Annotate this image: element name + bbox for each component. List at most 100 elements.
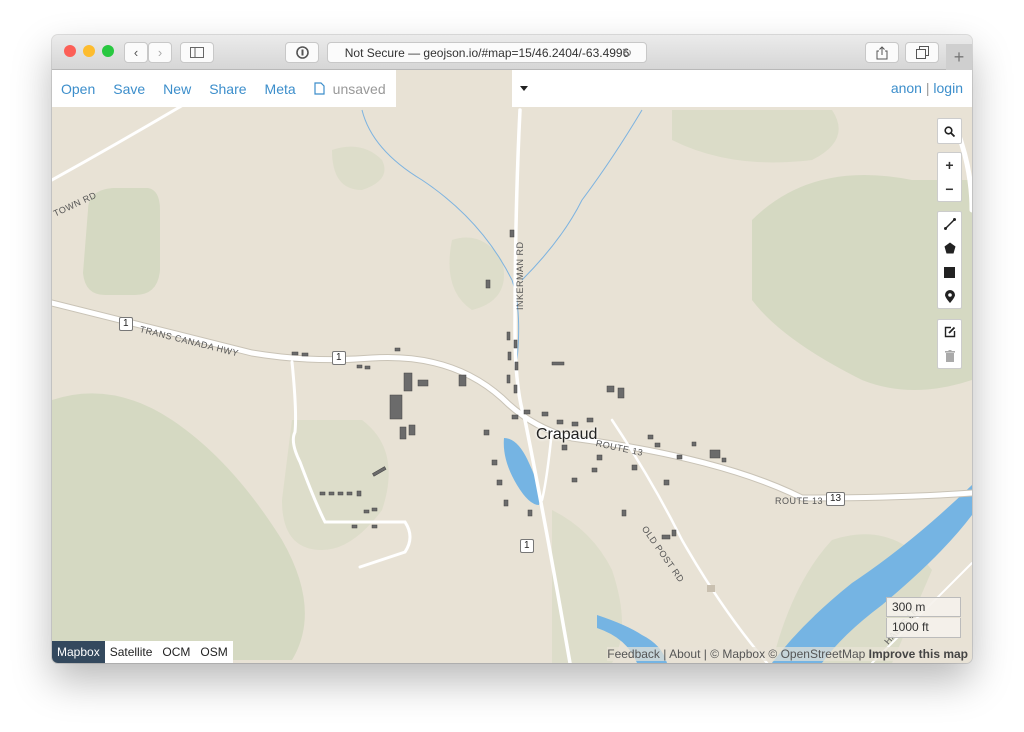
building <box>511 414 519 420</box>
building <box>596 454 603 461</box>
building <box>399 426 407 440</box>
new-tab-icon: + <box>953 46 965 67</box>
maximize-window-button[interactable] <box>102 45 114 57</box>
building <box>491 459 498 466</box>
highway-shield-1: 1 <box>520 539 534 553</box>
building <box>291 351 299 356</box>
building <box>631 464 638 471</box>
zoom-in-button[interactable]: + <box>938 153 961 177</box>
building <box>507 351 512 361</box>
share-button[interactable] <box>865 42 899 63</box>
new-menu[interactable]: New <box>163 81 191 97</box>
building <box>561 444 568 451</box>
search-icon <box>944 125 955 137</box>
highway-shield-1: 1 <box>332 351 346 365</box>
building <box>337 491 344 496</box>
about-link[interactable]: About <box>669 647 700 661</box>
tabs-button[interactable] <box>905 42 939 63</box>
feedback-link[interactable]: Feedback <box>607 647 660 661</box>
layer-ocm[interactable]: OCM <box>157 641 195 663</box>
dropdown-caret-icon[interactable] <box>520 86 528 91</box>
meta-menu[interactable]: Meta <box>265 81 296 97</box>
scale-imperial: 1000 ft <box>886 618 961 638</box>
road-label-route13-b: ROUTE 13 <box>775 496 824 506</box>
building <box>301 352 309 357</box>
building <box>606 385 615 393</box>
forward-button[interactable]: › <box>148 42 172 63</box>
building <box>676 454 683 460</box>
building <box>394 347 401 352</box>
building <box>707 585 715 592</box>
map-canvas[interactable] <box>52 70 972 663</box>
password-icon <box>295 46 309 59</box>
anon-user-link[interactable]: anon <box>891 80 922 96</box>
building <box>356 490 362 497</box>
sidebar-icon <box>190 47 204 58</box>
draw-marker-icon <box>944 289 955 303</box>
building <box>661 534 671 540</box>
back-icon: ‹ <box>133 45 139 60</box>
file-menu-bar: Open Save New Share Meta unsaved <box>52 70 396 107</box>
url-text: Not Secure — geojson.io/#map=15/46.2404/… <box>344 45 630 60</box>
building <box>527 509 533 517</box>
building <box>506 374 511 384</box>
save-menu[interactable]: Save <box>113 81 145 97</box>
user-separator: | <box>925 80 930 96</box>
forward-icon: › <box>157 45 163 60</box>
draw-toolbar <box>937 211 962 309</box>
sidebar-button[interactable] <box>180 42 214 63</box>
building <box>417 379 429 387</box>
layer-satellite[interactable]: Satellite <box>105 641 158 663</box>
password-button[interactable] <box>285 42 319 63</box>
scale-metric: 300 m <box>886 597 961 617</box>
attribution-sep: | <box>659 647 670 661</box>
back-button[interactable]: ‹ <box>124 42 148 63</box>
building <box>709 449 721 459</box>
draw-polygon-button[interactable] <box>938 236 961 260</box>
building <box>663 479 670 486</box>
user-area: anon | login <box>891 80 963 96</box>
building <box>496 479 503 486</box>
search-button[interactable] <box>938 119 961 143</box>
building <box>654 442 661 448</box>
building <box>509 229 515 238</box>
building <box>591 467 598 473</box>
geojson-app: TOWN RD TRANS CANADA HWY INKERMAN RD ROU… <box>52 70 972 663</box>
address-bar[interactable]: Not Secure — geojson.io/#map=15/46.2404/… <box>327 42 647 63</box>
share-menu[interactable]: Share <box>209 81 246 97</box>
building <box>721 457 727 463</box>
building <box>364 365 371 370</box>
new-tab-button[interactable]: + <box>946 44 972 70</box>
zoom-control: + − <box>937 152 962 202</box>
improve-map-link[interactable]: Improve this map <box>869 647 968 661</box>
tabs-icon <box>915 46 929 59</box>
delete-icon <box>944 350 955 362</box>
minimize-window-button[interactable] <box>83 45 95 57</box>
building <box>671 529 677 537</box>
highway-shield-1: 1 <box>119 317 133 331</box>
zoom-out-button[interactable]: − <box>938 177 961 201</box>
layer-mapbox[interactable]: Mapbox <box>52 641 105 663</box>
draw-line-icon <box>943 218 956 230</box>
delete-layers-button[interactable] <box>938 344 961 368</box>
edit-layers-button[interactable] <box>938 320 961 344</box>
building <box>403 372 413 392</box>
browser-window: ‹ › Not Secure — geojson.io/#map=15/46.2… <box>52 35 972 663</box>
draw-marker-button[interactable] <box>938 284 961 308</box>
building <box>514 361 519 371</box>
building <box>458 374 467 387</box>
reload-icon[interactable]: ↻ <box>622 46 632 60</box>
building <box>483 429 490 436</box>
layer-osm[interactable]: OSM <box>195 641 232 663</box>
login-link[interactable]: login <box>933 80 963 96</box>
building <box>351 524 358 529</box>
close-window-button[interactable] <box>64 45 76 57</box>
open-menu[interactable]: Open <box>61 81 95 97</box>
file-status-label: unsaved <box>332 80 386 97</box>
building <box>356 364 363 369</box>
draw-rectangle-button[interactable] <box>938 260 961 284</box>
draw-rectangle-icon <box>944 266 955 278</box>
building <box>586 417 594 423</box>
building <box>389 394 403 420</box>
draw-line-button[interactable] <box>938 212 961 236</box>
